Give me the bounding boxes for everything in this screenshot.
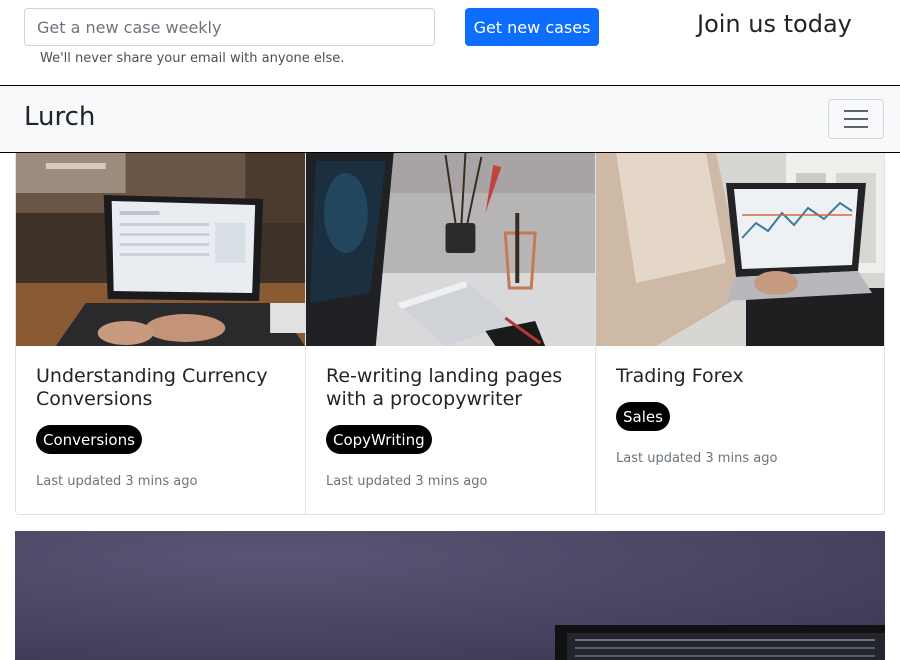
card[interactable]: Trading Forex Sales Last updated 3 mins … [596, 153, 884, 514]
card[interactable]: Understanding Currency Conversions Conve… [16, 153, 306, 514]
category-badge[interactable]: CopyWriting [326, 425, 432, 454]
navbar-toggler-button[interactable] [828, 99, 884, 139]
navbar-brand[interactable]: Lurch [24, 102, 95, 132]
purple-wall-laptop-photo [15, 531, 885, 660]
category-badge[interactable]: Conversions [36, 425, 142, 454]
card[interactable]: Re-writing landing pages with a procopyw… [306, 153, 596, 514]
last-updated-text: Last updated 3 mins ago [36, 474, 198, 489]
category-badge[interactable]: Sales [616, 402, 670, 431]
card-title[interactable]: Understanding Currency Conversions [36, 365, 287, 411]
get-new-cases-button[interactable]: Get new cases [465, 8, 599, 46]
navbar: Lurch [0, 86, 900, 153]
laptop-dashboard-photo [16, 153, 305, 346]
hamburger-menu-icon [844, 126, 868, 128]
card-title[interactable]: Re-writing landing pages with a procopyw… [326, 365, 577, 411]
subscribe-bar: We'll never share your email with anyone… [0, 0, 900, 86]
card-group: Understanding Currency Conversions Conve… [15, 153, 885, 515]
laptop-trading-chart-photo [596, 153, 884, 346]
hamburger-menu-icon [844, 118, 868, 120]
email-help-text: We'll never share your email with anyone… [40, 51, 345, 66]
card-title[interactable]: Trading Forex [616, 365, 866, 388]
desk-laptop-notebook-photo [306, 153, 595, 346]
join-heading: Join us today [697, 10, 852, 38]
last-updated-text: Last updated 3 mins ago [616, 451, 778, 466]
email-input[interactable] [24, 8, 435, 46]
last-updated-text: Last updated 3 mins ago [326, 474, 488, 489]
hamburger-menu-icon [844, 110, 868, 112]
